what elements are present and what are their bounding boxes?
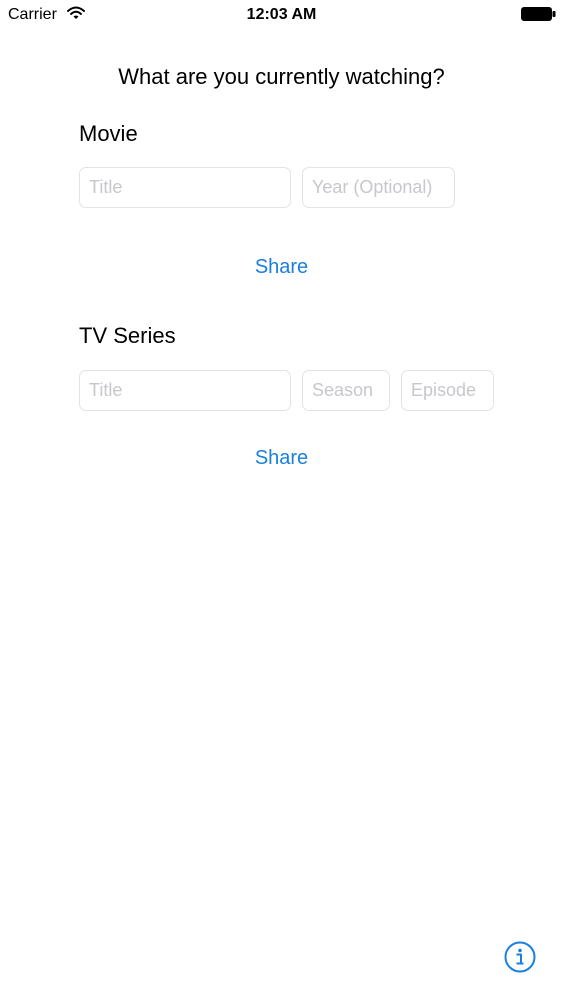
status-time: 12:03 AM	[246, 6, 317, 23]
movie-year-field[interactable]	[302, 167, 455, 208]
info-icon[interactable]	[504, 941, 536, 973]
screen: Carrier 12:03 AM What are you currently …	[0, 0, 563, 1000]
movie-title-field[interactable]	[79, 167, 291, 208]
tv-share-button[interactable]: Share	[255, 447, 308, 469]
movie-section-title: Movie	[79, 121, 138, 146]
tv-title-field[interactable]	[79, 370, 291, 411]
tv-share-button-row: Share	[0, 444, 563, 472]
tv-season-field[interactable]	[302, 370, 390, 411]
page-title: What are you currently watching?	[118, 64, 445, 89]
movie-share-button-row: Share	[0, 253, 563, 281]
status-bar: Carrier 12:03 AM	[0, 0, 563, 30]
tv-episode-field[interactable]	[401, 370, 494, 411]
tv-series-section-title: TV Series	[79, 323, 176, 348]
battery-icon	[521, 7, 556, 21]
movie-share-button[interactable]: Share	[255, 256, 308, 278]
